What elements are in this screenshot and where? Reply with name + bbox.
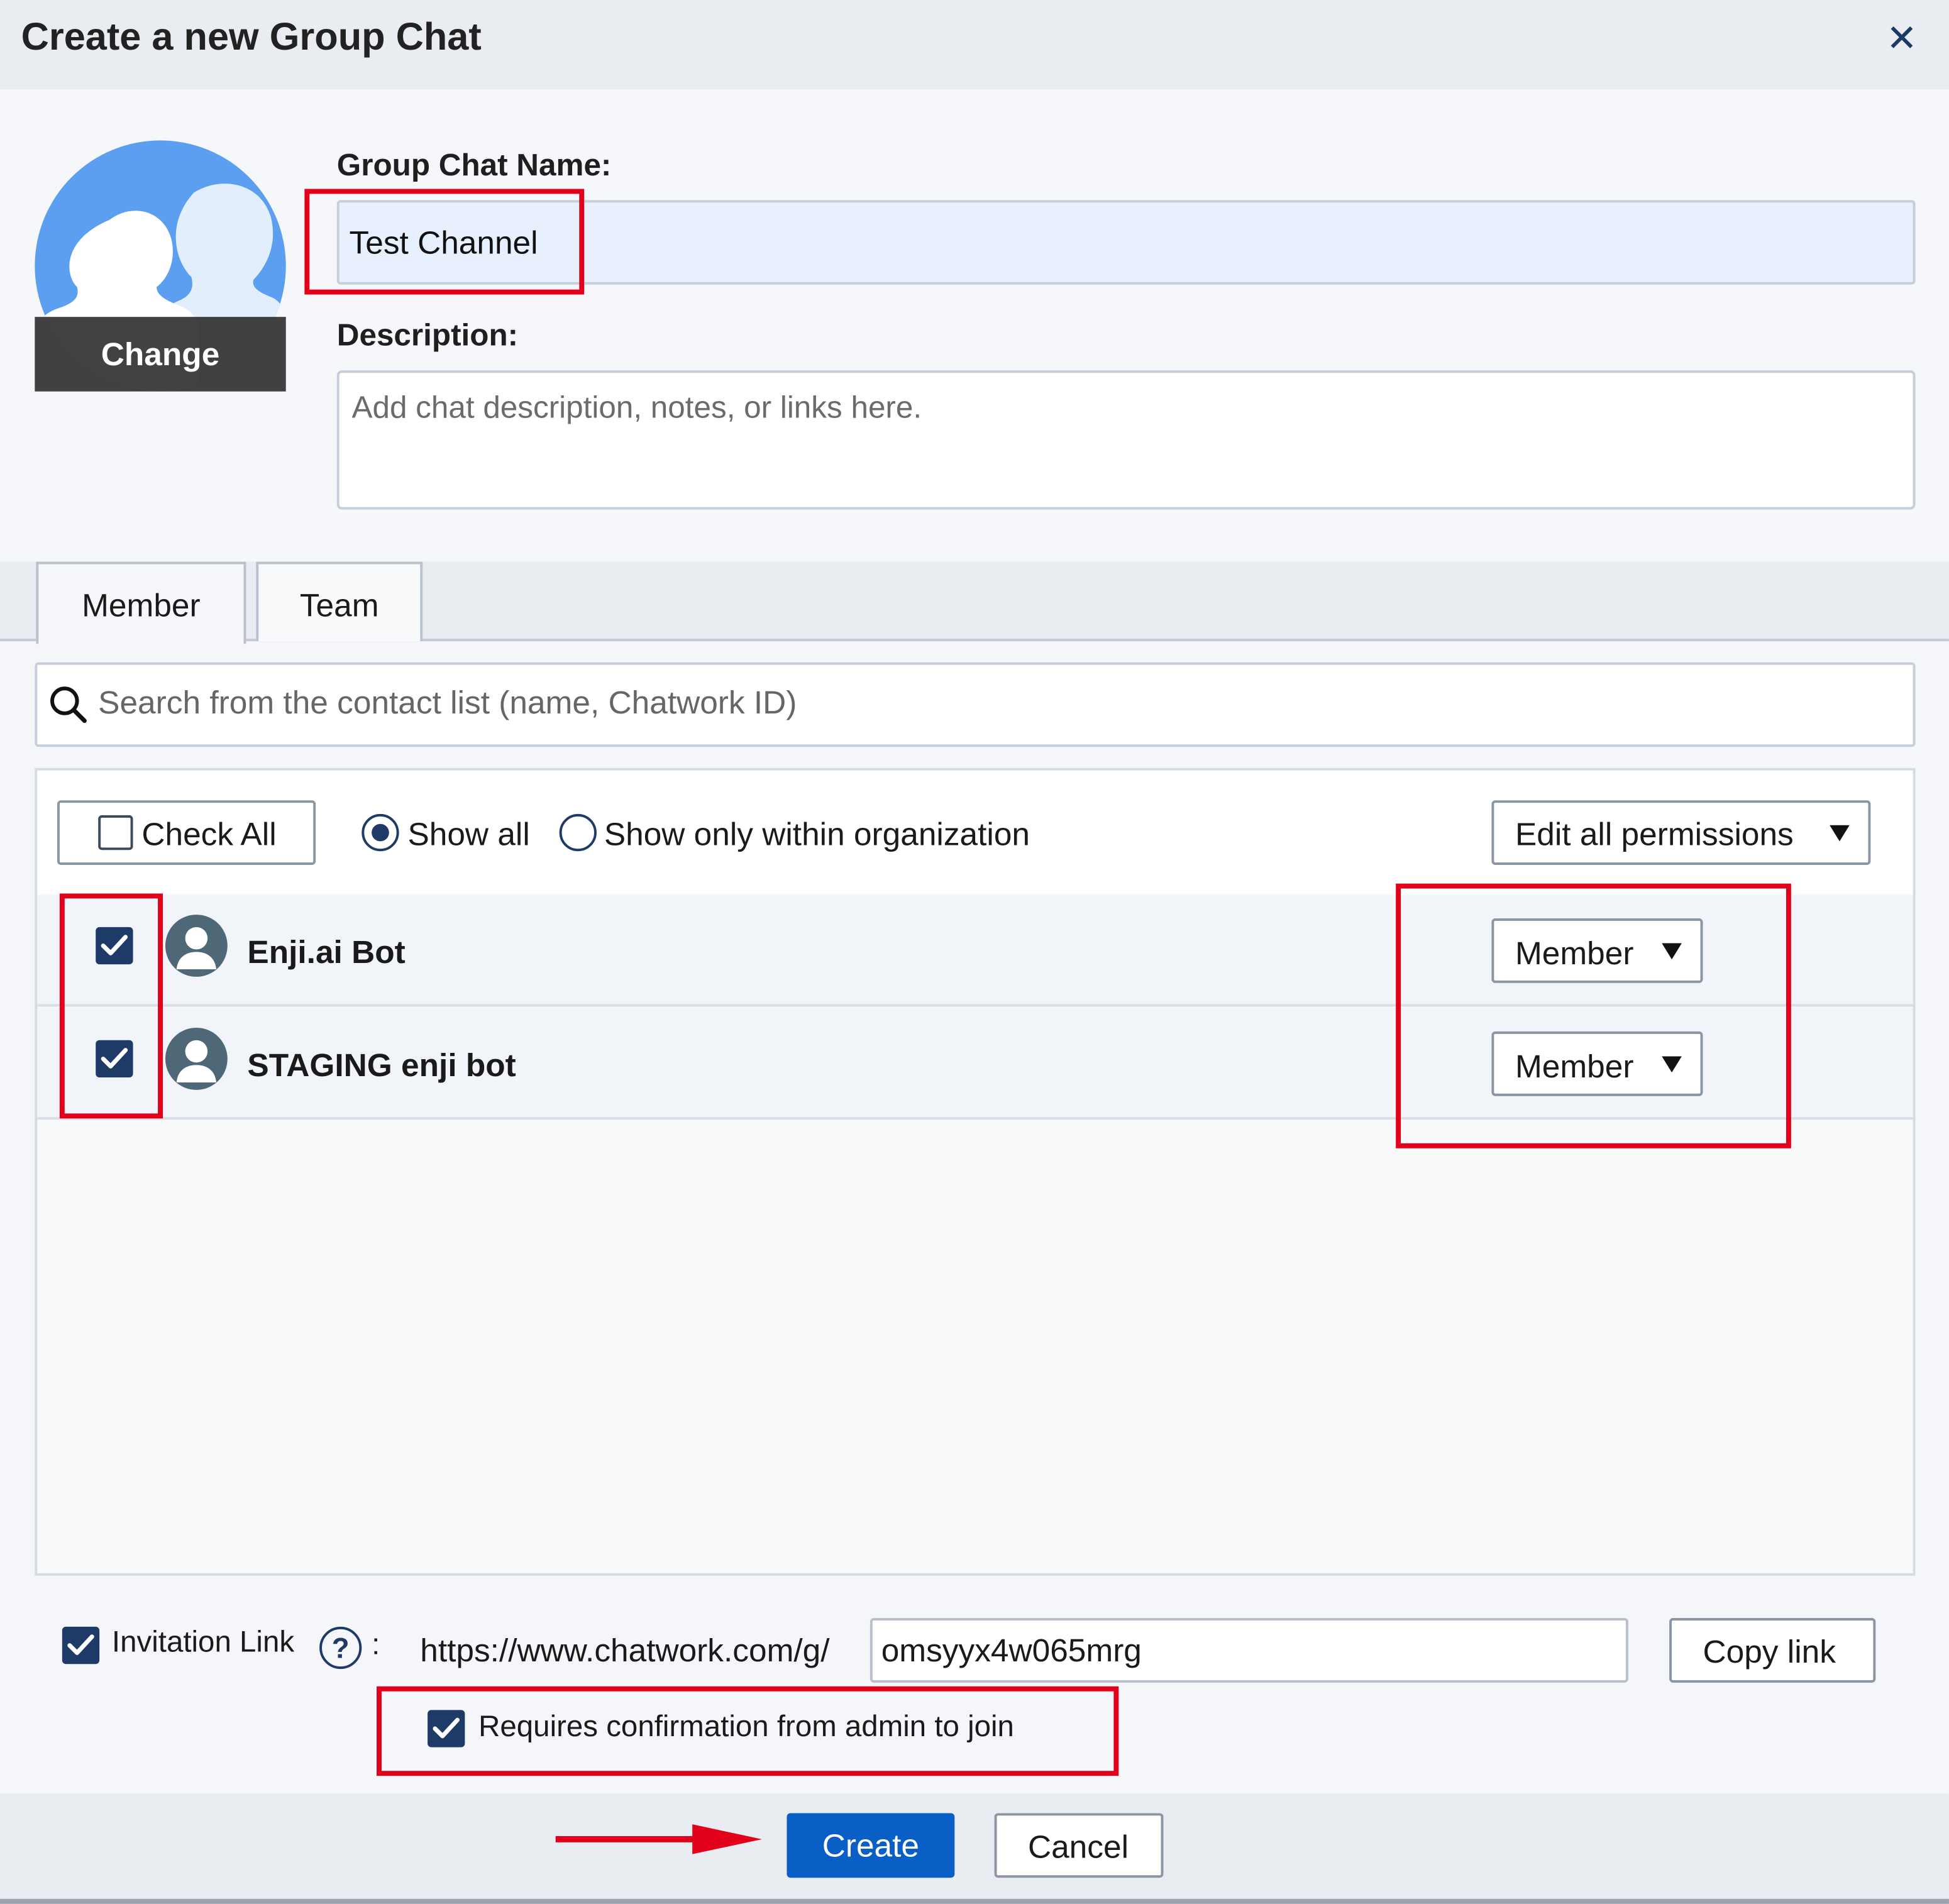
description-input[interactable]: Add chat description, notes, or links he… — [336, 370, 1916, 510]
check-all-button[interactable]: Check All — [57, 800, 316, 865]
invitation-link-label: Invitation Link — [111, 1625, 295, 1659]
group-chat-dialog: Create a new Group Chat ✕ Change Group C… — [0, 0, 1949, 1904]
edit-all-permissions-select[interactable]: Edit all permissions — [1491, 800, 1871, 865]
annotation-box-roles — [1396, 883, 1791, 1148]
annotation-box-confirmation — [377, 1686, 1119, 1776]
tab-team[interactable]: Team — [256, 561, 423, 642]
user-avatar-icon — [165, 1027, 228, 1090]
chevron-down-icon — [1830, 825, 1850, 842]
member-name: Enji.ai Bot — [247, 933, 406, 971]
copy-link-label: Copy link — [1703, 1632, 1836, 1671]
check-all-label: Check All — [141, 815, 277, 853]
edit-permissions-label: Edit all permissions — [1515, 815, 1794, 853]
annotation-box-name — [304, 189, 585, 295]
copy-link-button[interactable]: Copy link — [1669, 1618, 1876, 1683]
show-all-label[interactable]: Show all — [407, 815, 529, 854]
user-avatar-icon — [165, 915, 228, 977]
cancel-button[interactable]: Cancel — [994, 1813, 1164, 1878]
show-org-radio[interactable] — [559, 813, 597, 852]
dialog-title: Create a new Group Chat — [21, 14, 482, 58]
invitation-code-input[interactable]: omsyyx4w065mrg — [870, 1618, 1628, 1683]
change-avatar-button[interactable]: Change — [35, 317, 286, 392]
group-name-label: Group Chat Name: — [336, 148, 612, 183]
checkmark-icon — [67, 1634, 94, 1655]
cancel-label: Cancel — [1027, 1828, 1129, 1866]
description-label: Description: — [336, 318, 519, 353]
check-all-checkbox[interactable] — [98, 815, 133, 850]
show-org-label[interactable]: Show only within organization — [604, 815, 1030, 854]
help-icon[interactable]: ? — [319, 1626, 362, 1670]
tab-member[interactable]: Member — [36, 561, 246, 644]
annotation-arrow-icon — [555, 1824, 762, 1854]
invitation-url-prefix: https://www.chatwork.com/g/ — [420, 1631, 830, 1670]
close-icon[interactable]: ✕ — [1879, 18, 1924, 62]
search-placeholder: Search from the contact list (name, Chat… — [98, 683, 797, 721]
show-all-radio[interactable] — [362, 813, 399, 852]
create-button[interactable]: Create — [787, 1813, 955, 1878]
dialog-footer — [0, 1793, 1949, 1904]
invitation-colon: : — [372, 1627, 380, 1662]
annotation-box-checkboxes — [59, 893, 163, 1119]
invitation-link-checkbox[interactable] — [62, 1626, 100, 1665]
member-name: STAGING enji bot — [247, 1046, 516, 1084]
search-icon — [50, 686, 87, 724]
